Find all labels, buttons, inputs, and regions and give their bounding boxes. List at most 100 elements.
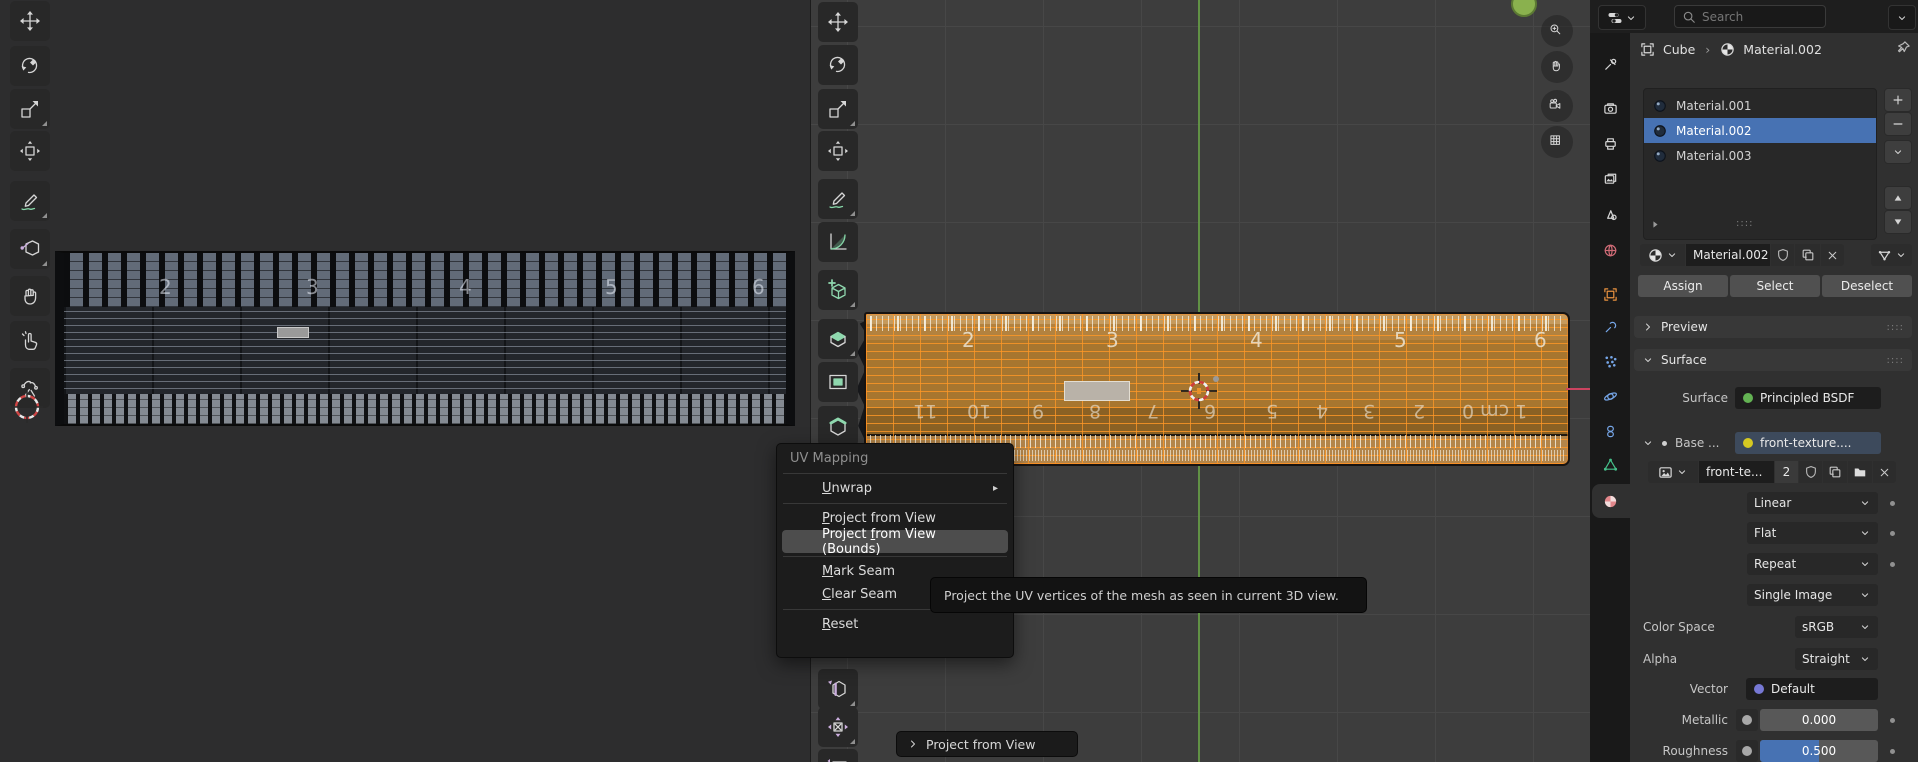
properties-tab-tool[interactable] [1598, 52, 1622, 76]
measure-tool[interactable] [818, 222, 858, 262]
move-slot-down-button[interactable] [1884, 210, 1912, 234]
panel-preview-header[interactable]: Preview :::: [1634, 316, 1912, 338]
slot-specials-button[interactable] [1884, 140, 1912, 164]
editor-type-button[interactable] [1598, 5, 1646, 30]
dropdown-linear[interactable]: Linear [1747, 492, 1878, 514]
uv-selected-face[interactable] [277, 327, 309, 338]
rotate-tool[interactable] [818, 45, 858, 85]
properties-tab-particles[interactable] [1598, 349, 1622, 373]
bevel-tool[interactable] [818, 406, 858, 446]
menu-item-project-from-view-bounds[interactable]: Project from View (Bounds) [782, 530, 1008, 553]
unlink-material-button[interactable] [1821, 244, 1844, 266]
decorator-dot-icon[interactable] [1890, 501, 1895, 506]
header-options-button[interactable] [1888, 5, 1916, 30]
base-color-input-button[interactable]: front-texture.... [1735, 432, 1881, 454]
roughness-slider[interactable]: 0.500 [1760, 740, 1878, 762]
roughness-socket[interactable] [1736, 740, 1758, 762]
pin-icon[interactable] [1896, 40, 1911, 55]
image-users-button[interactable]: 2 [1775, 461, 1798, 483]
dropdown-single-image[interactable]: Single Image [1747, 584, 1878, 606]
panel-grip[interactable]: :::: [1887, 355, 1904, 366]
annotate-tool[interactable] [10, 181, 50, 221]
properties-tab-constraints[interactable] [1598, 419, 1622, 443]
inset-faces-tool[interactable] [818, 362, 858, 402]
unlink-image-button[interactable] [1873, 461, 1896, 483]
edge-slide-tool[interactable] [818, 669, 858, 709]
properties-tab-render[interactable] [1598, 96, 1622, 120]
image-name-field[interactable]: front-te... [1699, 461, 1774, 483]
move-tool[interactable] [818, 2, 858, 42]
operator-panel-collapsed[interactable]: Project from View [896, 731, 1078, 757]
breadcrumb-material[interactable]: Material.002 [1743, 42, 1822, 57]
surface-shader-button[interactable]: Principled BSDF [1735, 387, 1881, 409]
browse-image-button[interactable] [1648, 461, 1698, 483]
properties-tab-modifiers[interactable] [1598, 315, 1622, 339]
material-slot-material.002[interactable]: Material.002 [1644, 118, 1876, 143]
uv-editor-area[interactable]: 23456 [0, 0, 810, 762]
material-link-dropdown[interactable] [1871, 244, 1912, 266]
menu-item-unwrap[interactable]: Unwrap▸ [782, 477, 1008, 500]
decorator-dot-icon[interactable] [1890, 718, 1895, 723]
fake-user-button[interactable] [1771, 244, 1794, 266]
copy-image-button[interactable] [1823, 461, 1847, 483]
rip-region-tool[interactable] [10, 229, 50, 269]
transform-tool[interactable] [818, 131, 858, 171]
nav-camera-button[interactable] [1541, 90, 1573, 122]
scale-tool[interactable] [818, 89, 858, 129]
dropdown-flat[interactable]: Flat [1747, 522, 1878, 544]
decorator-dot-icon[interactable] [1890, 749, 1895, 754]
assign-button[interactable]: Assign [1638, 275, 1728, 297]
rotate-tool[interactable] [10, 46, 50, 86]
metallic-socket[interactable] [1736, 709, 1758, 731]
open-image-button[interactable] [1848, 461, 1872, 483]
shear-tool[interactable] [818, 749, 858, 762]
nav-pan-button[interactable] [1541, 51, 1573, 83]
decorator-dot-icon[interactable] [1890, 531, 1895, 536]
deselect-button[interactable]: Deselect [1822, 275, 1912, 297]
material-slot-material.003[interactable]: Material.003 [1644, 143, 1876, 168]
browse-material-button[interactable] [1640, 244, 1685, 266]
base-color-row-left[interactable]: Base ... [1642, 432, 1719, 454]
properties-tab-material[interactable] [1598, 489, 1622, 513]
list-resize-grip[interactable]: :::: [1736, 218, 1753, 229]
image-fake-user-button[interactable] [1799, 461, 1822, 483]
nav-zoom-button[interactable] [1541, 15, 1573, 47]
select-button[interactable]: Select [1730, 275, 1820, 297]
move-tool[interactable] [10, 1, 50, 41]
annotate-tool[interactable] [818, 179, 858, 219]
nav-grid-button[interactable] [1541, 126, 1573, 158]
shrink-fatten-tool[interactable] [818, 707, 858, 747]
scale-tool[interactable] [10, 89, 50, 129]
properties-tab-view-layer[interactable] [1598, 166, 1622, 190]
properties-tab-output[interactable] [1598, 131, 1622, 155]
mesh-selected-face[interactable] [1064, 381, 1130, 401]
material-name-field[interactable]: Material.002 [1686, 244, 1770, 266]
panel-surface-header[interactable]: Surface :::: [1634, 349, 1912, 371]
dropdown-repeat[interactable]: Repeat [1747, 553, 1878, 575]
relax-tool[interactable] [10, 321, 50, 361]
extrude-region-tool[interactable] [818, 319, 858, 359]
move-slot-up-button[interactable] [1884, 186, 1912, 210]
properties-tab-object[interactable] [1598, 282, 1622, 306]
grab-tool[interactable] [10, 276, 50, 316]
panel-grip[interactable]: :::: [1887, 322, 1904, 333]
material-slot-material.001[interactable]: Material.001 [1644, 93, 1876, 118]
menu-item-reset[interactable]: Reset [782, 613, 1008, 636]
decorator-dot-icon[interactable] [1890, 562, 1895, 567]
add-material-slot-button[interactable] [1884, 88, 1912, 112]
uv-2d-cursor[interactable] [9, 389, 45, 425]
metallic-slider[interactable]: 0.000 [1760, 709, 1878, 731]
search-input[interactable]: Search [1674, 5, 1826, 28]
uv-layout-wireframe[interactable]: 23456 [55, 251, 795, 426]
add-cube-tool[interactable] [818, 270, 858, 310]
remove-material-slot-button[interactable] [1884, 112, 1912, 136]
properties-tab-physics[interactable] [1598, 384, 1622, 408]
alpha-dropdown[interactable]: Straight [1795, 648, 1878, 670]
vector-input-button[interactable]: Default [1746, 678, 1878, 700]
transform-tool[interactable] [10, 131, 50, 171]
color-space-dropdown[interactable]: sRGB [1795, 616, 1878, 638]
copy-material-button[interactable] [1795, 244, 1820, 266]
properties-tab-scene[interactable] [1598, 202, 1622, 226]
expand-triangle-icon[interactable] [1650, 219, 1661, 230]
breadcrumb-object[interactable]: Cube [1663, 42, 1695, 57]
